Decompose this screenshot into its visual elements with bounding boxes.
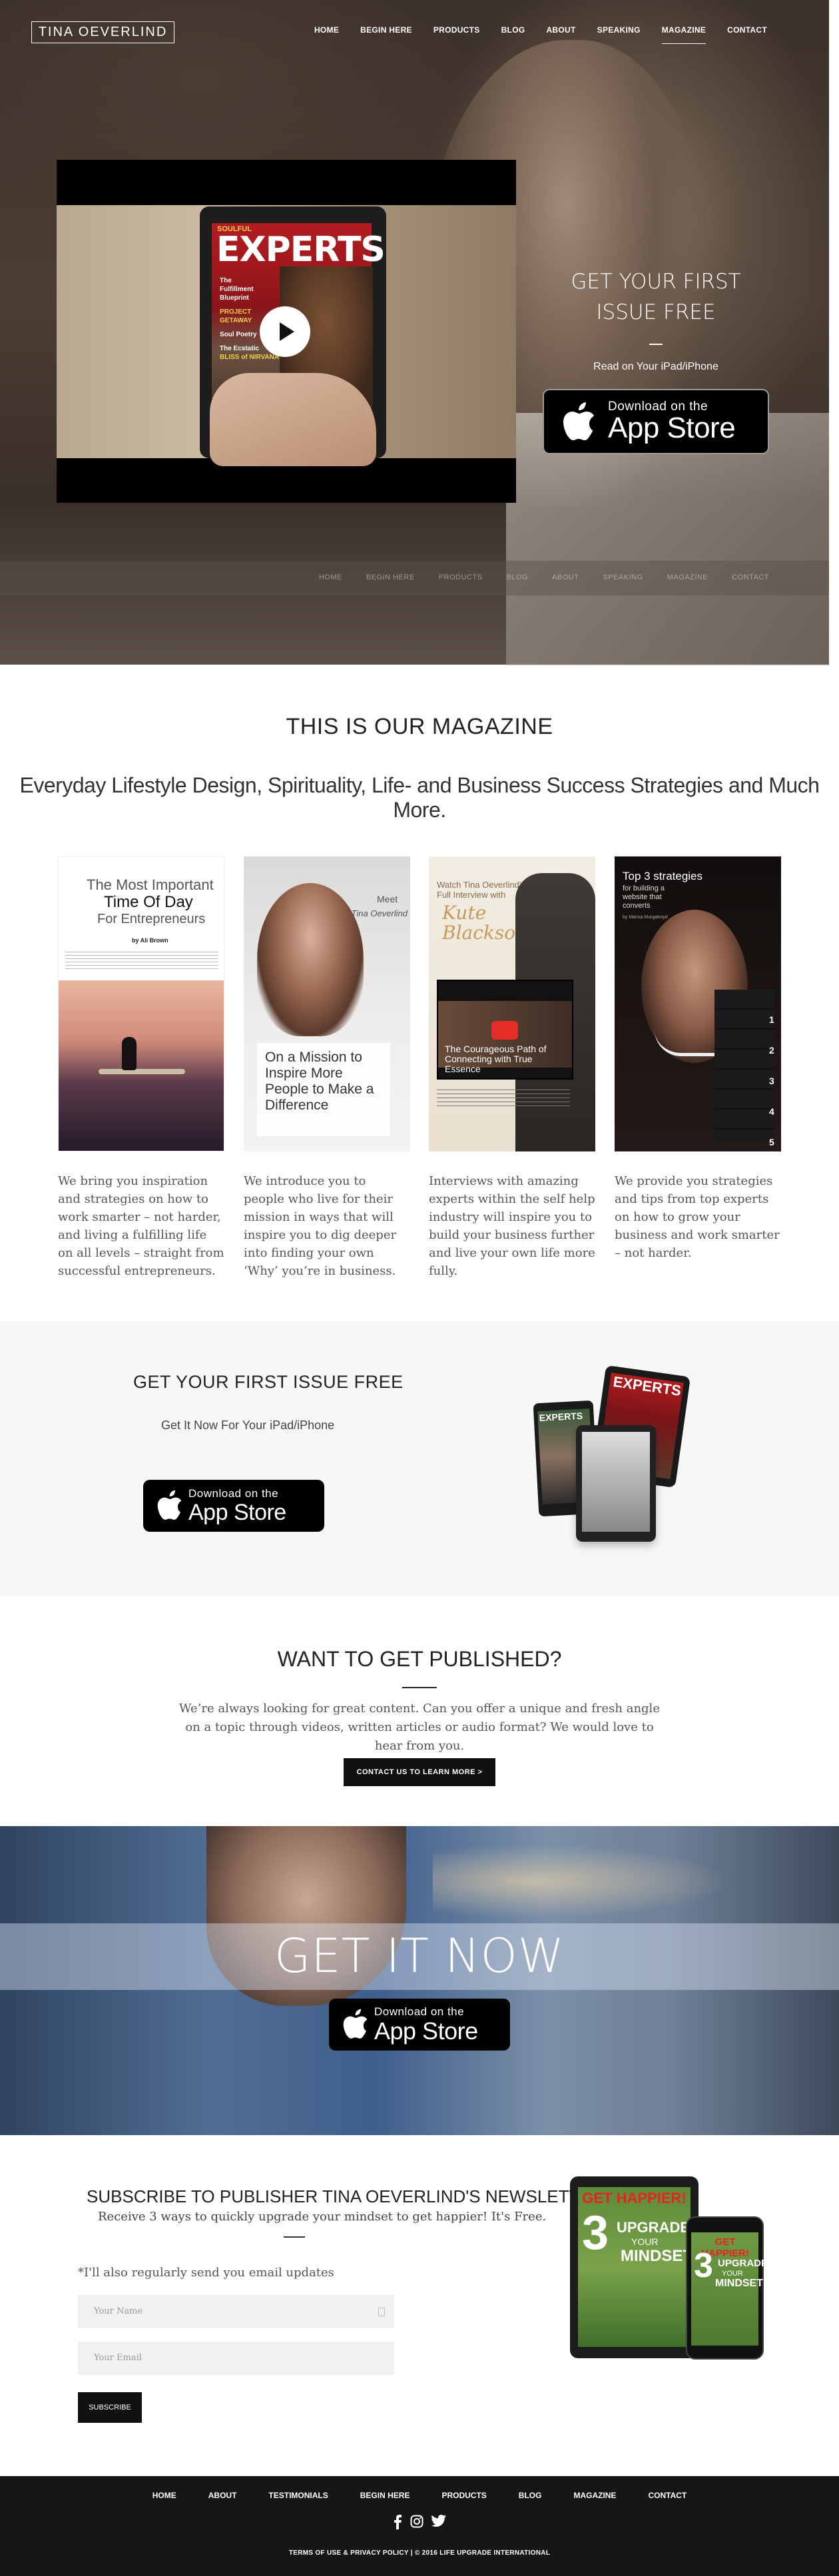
footer-nav-blog[interactable]: BLOG [519,2491,542,2500]
video-thumbnail-kute[interactable]: The Courageous Path of Connecting with T… [437,980,573,1080]
nav-magazine[interactable]: MAGAZINE [661,25,706,44]
apple-icon [154,1490,183,1522]
site-logo[interactable]: TINA OEVERLIND [31,21,174,43]
sticky-nav-home[interactable]: HOME [319,573,342,581]
instagram-icon[interactable] [410,2515,423,2533]
nav-about[interactable]: ABOUT [546,25,575,39]
footer-nav-begin-here[interactable]: BEGIN HERE [360,2491,410,2500]
divider [284,2236,305,2238]
sticky-nav-about[interactable]: ABOUT [552,573,579,581]
ipad-mockup-front [576,1425,656,1542]
hand-holding-tablet [210,373,376,466]
app-store-line2: App Store [608,412,736,444]
youtube-play-icon[interactable] [491,1021,518,1040]
play-icon[interactable] [260,306,310,357]
social-links [393,2515,446,2533]
email-input[interactable]: Your Email [78,2342,394,2375]
first-issue-section [0,1321,839,1596]
newsletter-title: SUBSCRIBE TO PUBLISHER TINA OEVERLIND'S … [87,2186,604,2206]
facebook-icon[interactable] [393,2515,402,2533]
footer-nav-testimonials[interactable]: TESTIMONIALS [268,2491,328,2500]
promo-ipad: GET HAPPIER! 3 UPGRADE YOUR MINDSET [570,2176,699,2358]
apple-icon [559,402,599,442]
section-title: THIS IS OUR MAGAZINE [286,714,553,739]
app-store-button-2[interactable]: Download on the App Store [143,1480,324,1532]
footer-nav-products[interactable]: PRODUCTS [441,2491,486,2500]
sticky-nav-begin-here[interactable]: BEGIN HERE [366,573,415,581]
nav-begin-here[interactable]: BEGIN HERE [360,25,412,39]
sticky-nav-products[interactable]: PRODUCTS [439,573,483,581]
main-nav: HOME BEGIN HERE PRODUCTS BLOG ABOUT SPEA… [293,25,767,44]
published-title: WANT TO GET PUBLISHED? [277,1647,562,1671]
bokeh-lights [433,1838,766,1925]
cover-2-description: We introduce you to people who live for … [244,1174,397,1278]
nav-products[interactable]: PRODUCTS [433,25,480,39]
first-issue-title: GET YOUR FIRST ISSUE FREE [133,1372,404,1392]
nav-home[interactable]: HOME [314,25,339,39]
section-tagline: Everyday Lifestyle Design, Spirituality,… [19,773,820,822]
nav-blog[interactable]: BLOG [501,25,525,39]
sticky-nav: HOME BEGIN HERE PRODUCTS BLOG ABOUT SPEA… [295,573,769,581]
app-store-button[interactable]: Download on the App Store [543,389,769,454]
sticky-nav-magazine[interactable]: MAGAZINE [667,573,708,581]
apple-icon [340,2009,369,2041]
app-store-line1: Download on the [188,1487,279,1500]
hero-cta-subtitle: Read on Your iPad/iPhone [593,361,718,372]
newsletter-subtitle: Receive 3 ways to quickly upgrade your m… [98,2210,547,2224]
app-store-line1: Download on the [374,2005,465,2018]
sunset-photo [59,980,224,1151]
magazine-title: EXPERTS [216,230,386,270]
get-it-now-title: GET IT NOW [274,1929,565,1983]
cover-3-description: Interviews with amazing experts within t… [429,1174,595,1278]
footer-nav-home[interactable]: HOME [152,2491,176,2500]
magazine-cover-3[interactable]: Watch Tina Oeverlind's Full Interview wi… [429,856,595,1151]
magazine-cover-4[interactable]: Top 3 strategies for building a website … [615,856,781,1151]
divider [649,344,663,345]
newsletter-note: *I'll also regularly send you email upda… [78,2266,334,2280]
sticky-nav-speaking[interactable]: SPEAKING [603,573,643,581]
app-store-button-3[interactable]: Download on the App Store [329,1999,510,2051]
sticky-nav-blog[interactable]: BLOG [506,573,528,581]
name-input[interactable]: Your Name [78,2295,394,2328]
copyright[interactable]: TERMS OF USE & PRIVACY POLICY | © 2016 L… [0,2549,839,2557]
hero-cta-title: GET YOUR FIRST ISSUE FREE [571,270,741,324]
app-store-line2: App Store [374,2017,478,2045]
first-issue-subtitle: Get It Now For Your iPad/iPhone [161,1419,335,1432]
subscribe-button[interactable]: SUBSCRIBE [78,2392,142,2423]
cover-4-description: We provide you strategies and tips from … [615,1174,780,1260]
magazine-cover-2[interactable]: Meet Tina Oeverlind On a Mission to Insp… [244,856,410,1151]
magazine-cover-1[interactable]: The Most Important Time Of Day For Entre… [58,856,224,1151]
footer-nav: HOME ABOUT TESTIMONIALS BEGIN HERE PRODU… [0,2491,839,2500]
footer-nav-magazine[interactable]: MAGAZINE [573,2491,616,2500]
sticky-nav-contact[interactable]: CONTACT [732,573,769,581]
divider [402,1687,437,1688]
contact-learn-more-button[interactable]: CONTACT US TO LEARN MORE > [344,1758,495,1786]
contact-card-icon [378,2308,385,2316]
promo-iphone: GET HAPPIER! 3 UPGRADE YOUR MINDSET [686,2216,768,2360]
nav-contact[interactable]: CONTACT [727,25,767,39]
footer-nav-contact[interactable]: CONTACT [648,2491,687,2500]
app-store-line2: App Store [188,1500,286,1525]
published-text: We’re always looking for great content. … [179,1702,660,1753]
footer-nav-about[interactable]: ABOUT [208,2491,237,2500]
cover-1-description: We bring you inspiration and strategies … [58,1174,224,1278]
nav-speaking[interactable]: SPEAKING [597,25,641,39]
twitter-icon[interactable] [431,2515,446,2533]
